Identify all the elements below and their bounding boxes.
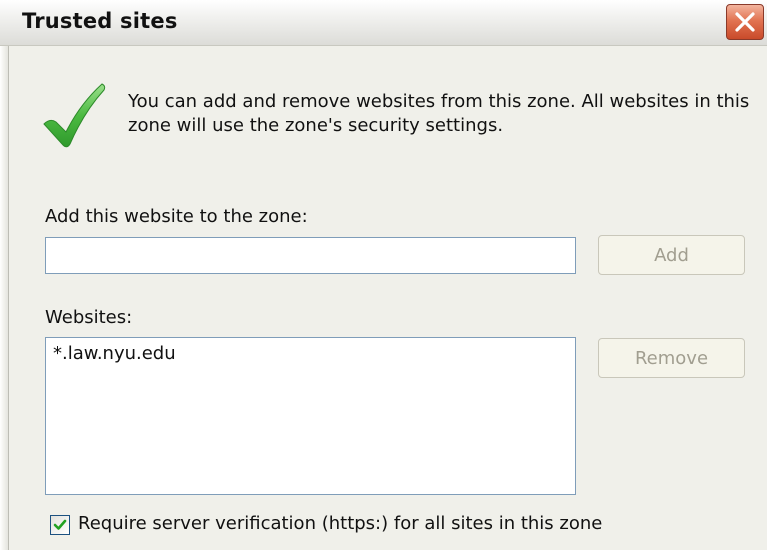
title-bar[interactable]: Trusted sites <box>0 0 767 46</box>
require-verification-checkbox[interactable] <box>50 515 70 535</box>
require-verification-label[interactable]: Require server verification (https:) for… <box>78 513 602 534</box>
remove-button[interactable]: Remove <box>598 338 745 378</box>
list-item[interactable]: *.law.nyu.edu <box>53 343 176 364</box>
website-url-input[interactable] <box>45 237 576 274</box>
info-text: You can add and remove websites from thi… <box>128 91 750 136</box>
add-button[interactable]: Add <box>598 235 745 275</box>
websites-list[interactable]: *.law.nyu.edu <box>45 337 576 495</box>
trusted-sites-dialog: Trusted sites You can add and remove web… <box>0 0 767 550</box>
checkmark-icon <box>53 519 67 530</box>
close-x-icon <box>735 12 755 32</box>
window-frame-edge <box>0 46 9 550</box>
close-button[interactable] <box>726 4 764 40</box>
add-website-label: Add this website to the zone: <box>45 206 308 227</box>
green-checkmark-icon <box>43 83 106 148</box>
dialog-title: Trusted sites <box>22 9 178 33</box>
websites-label: Websites: <box>45 307 133 328</box>
